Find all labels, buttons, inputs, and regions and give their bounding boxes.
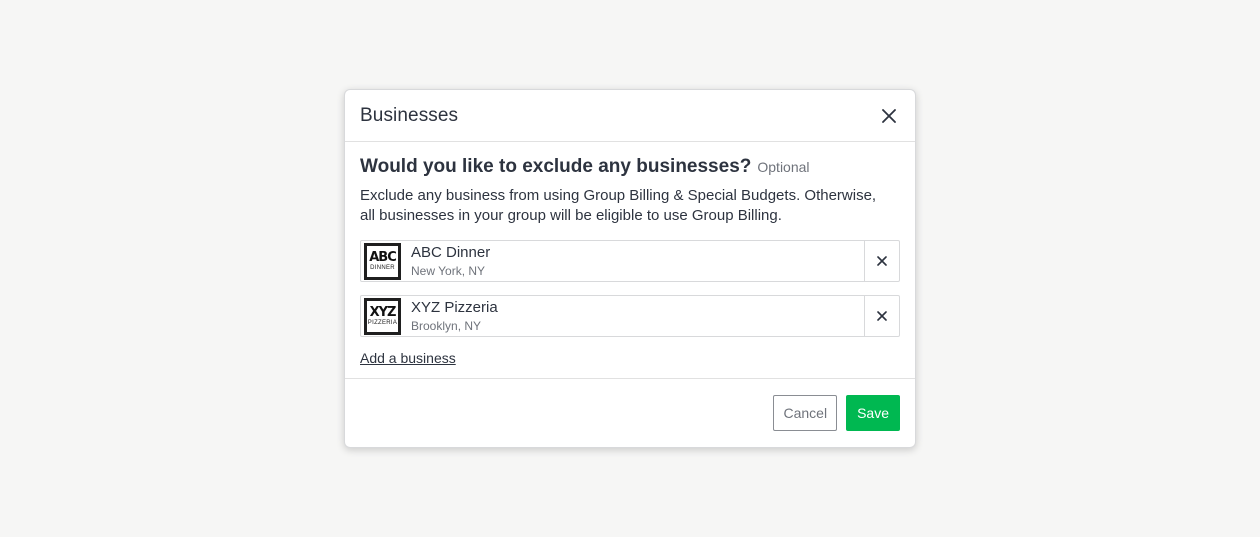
business-logo: XYZ PIZZERIA	[364, 297, 401, 335]
business-logo: ABC DINNER	[364, 242, 401, 280]
logo-sub-text: PIZZERIA	[367, 319, 398, 326]
logo-main-text: ABC	[369, 249, 396, 265]
question-text: Would you like to exclude any businesses…	[360, 156, 752, 177]
business-info: XYZ Pizzeria Brooklyn, NY	[411, 299, 864, 334]
business-location: New York, NY	[411, 263, 486, 278]
business-info: ABC Dinner New York, NY	[411, 244, 864, 279]
business-row: XYZ PIZZERIA XYZ Pizzeria Brooklyn, NY	[360, 295, 900, 337]
description-text: Exclude any business from using Group Bi…	[360, 187, 877, 224]
cancel-button[interactable]: Cancel	[773, 395, 838, 431]
close-button[interactable]	[878, 105, 900, 127]
logo-sub-text: DINNER	[370, 264, 395, 271]
logo-main-text: XYZ	[369, 304, 397, 320]
add-business-link[interactable]: Add a business	[360, 350, 456, 366]
modal-body: Would you like to exclude any businesses…	[345, 142, 915, 379]
close-icon	[877, 256, 887, 266]
modal-header: Businesses	[345, 90, 915, 142]
question: Would you like to exclude any businesses…	[360, 156, 900, 178]
business-name: ABC Dinner	[411, 243, 491, 261]
business-location: Brooklyn, NY	[411, 318, 482, 333]
remove-business-button[interactable]	[864, 296, 899, 336]
business-row: ABC DINNER ABC Dinner New York, NY	[360, 240, 900, 282]
close-icon	[877, 311, 887, 321]
businesses-modal: Businesses Would you like to exclude any…	[344, 89, 916, 448]
business-list: ABC DINNER ABC Dinner New York, NY XYZ P…	[360, 240, 900, 337]
remove-business-button[interactable]	[864, 241, 899, 281]
modal-title: Businesses	[360, 104, 459, 126]
close-icon	[882, 108, 896, 123]
save-button[interactable]: Save	[846, 395, 900, 431]
optional-label: Optional	[757, 159, 810, 175]
modal-footer: Cancel Save	[345, 379, 915, 447]
business-name: XYZ Pizzeria	[411, 298, 498, 316]
